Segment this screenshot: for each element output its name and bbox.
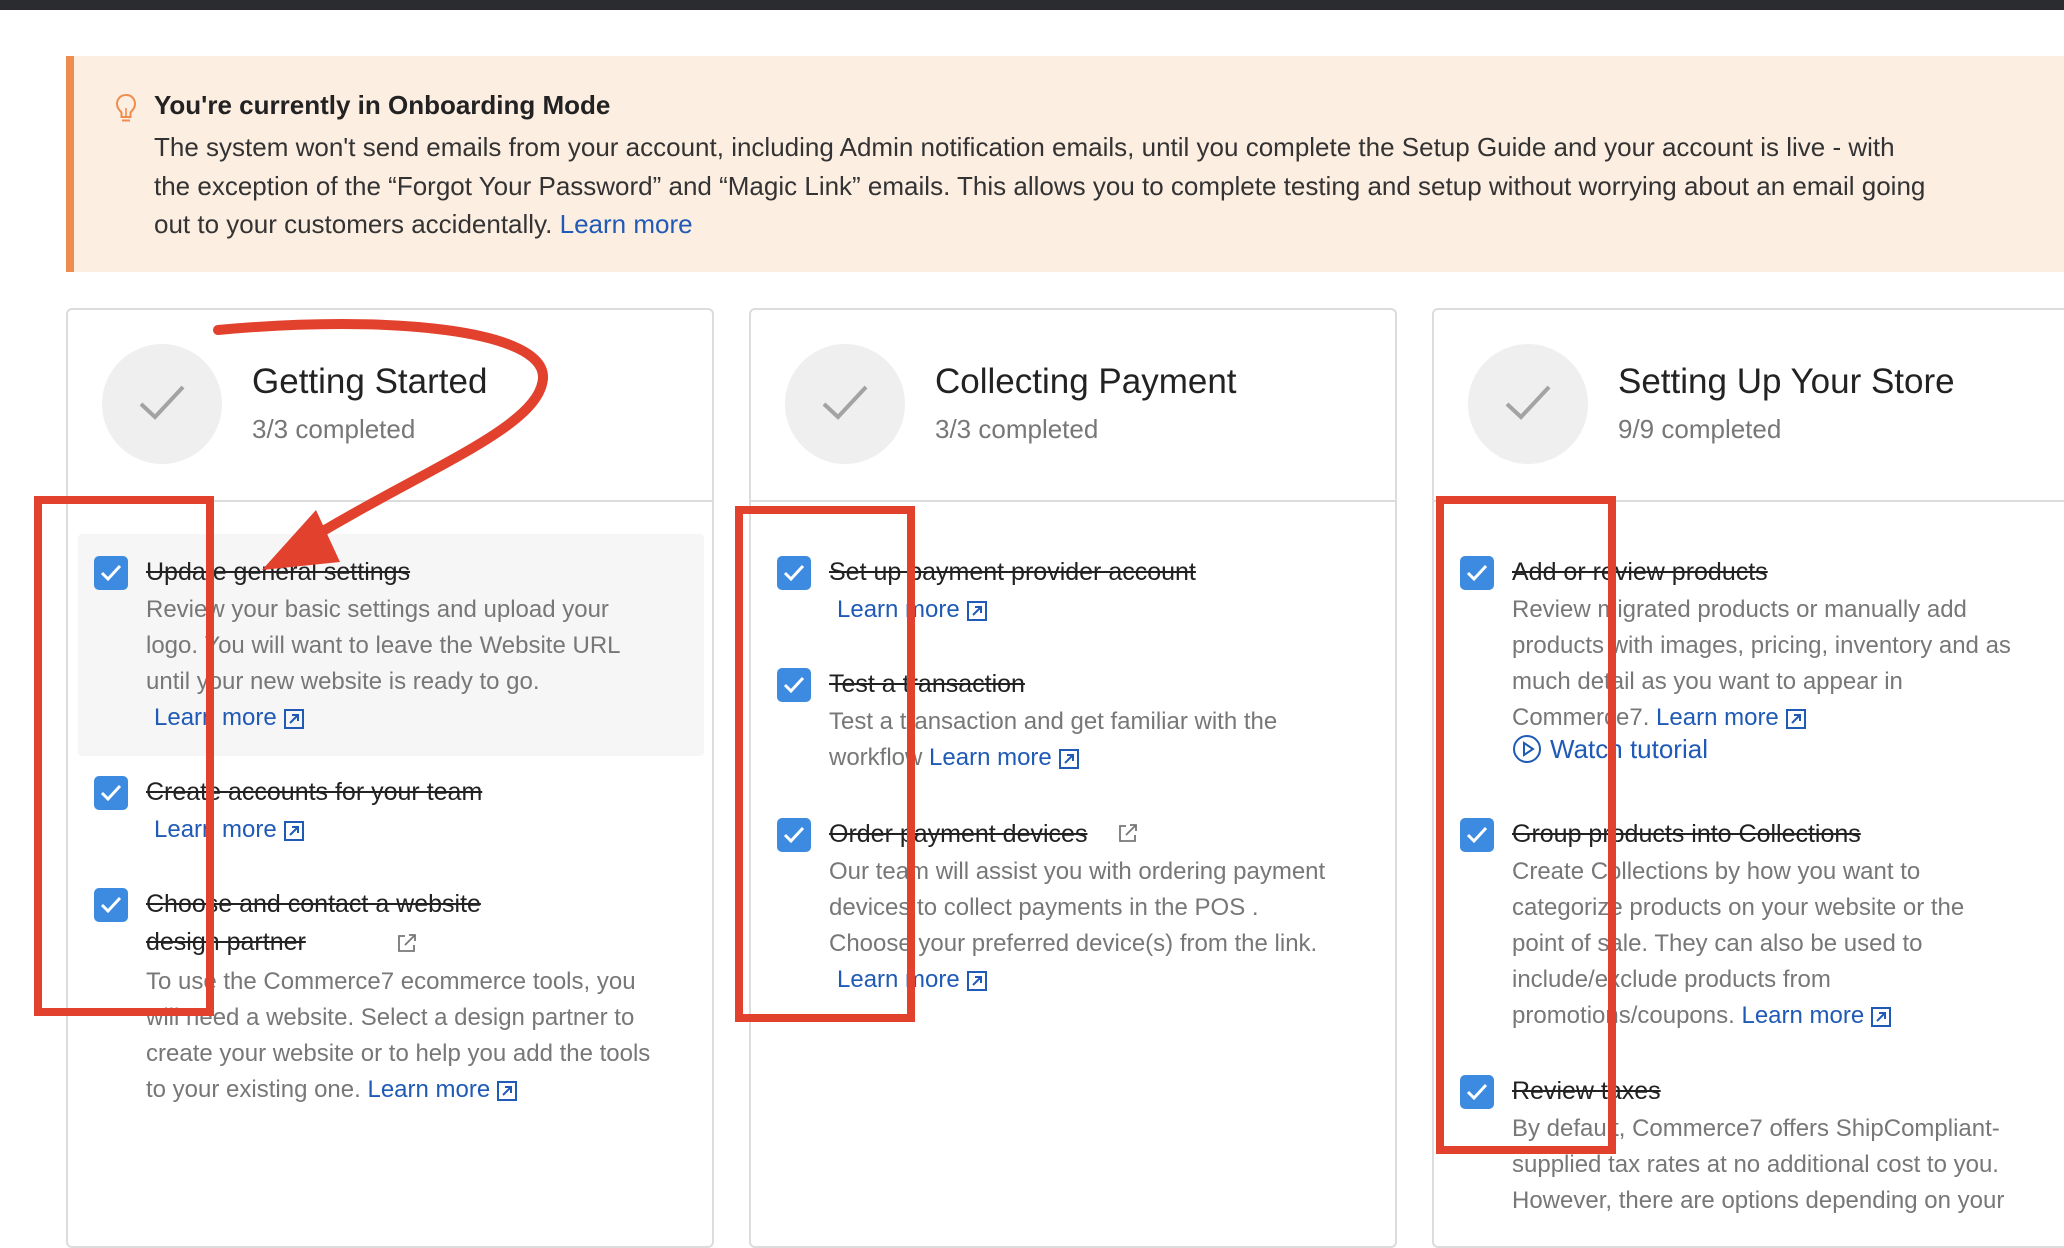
- annotation-arrow: [213, 319, 549, 570]
